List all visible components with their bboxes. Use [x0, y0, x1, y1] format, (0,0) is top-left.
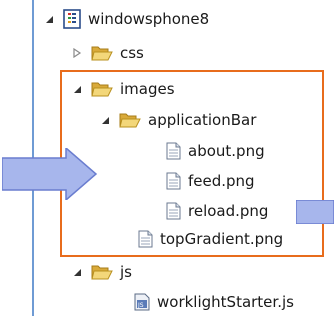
expanded-toggle-icon[interactable] [72, 267, 82, 277]
folder-open-icon [91, 44, 113, 62]
js-file-icon: JS [134, 293, 150, 311]
tree-item-css[interactable]: css [72, 41, 144, 65]
expanded-toggle-icon[interactable] [44, 14, 54, 24]
tree-item-label: js [120, 263, 132, 281]
folder-open-icon [91, 263, 113, 281]
project-icon [63, 9, 81, 29]
highlight-box [60, 70, 324, 257]
tree-item-label: css [120, 44, 144, 62]
collapsed-toggle-icon[interactable] [72, 48, 82, 58]
tree-item-label: worklightStarter.js [157, 293, 294, 311]
tree-item-windowsphone8[interactable]: windowsphone8 [44, 7, 209, 31]
tree-item-label: windowsphone8 [88, 10, 210, 28]
callout-arrow-right-icon [2, 148, 98, 200]
tree-item-js[interactable]: js [72, 260, 132, 284]
svg-text:JS: JS [137, 302, 144, 309]
callout-arrow-stub-icon [296, 200, 334, 224]
tree-item-worklightstarter-js[interactable]: JS worklightStarter.js [134, 290, 294, 314]
